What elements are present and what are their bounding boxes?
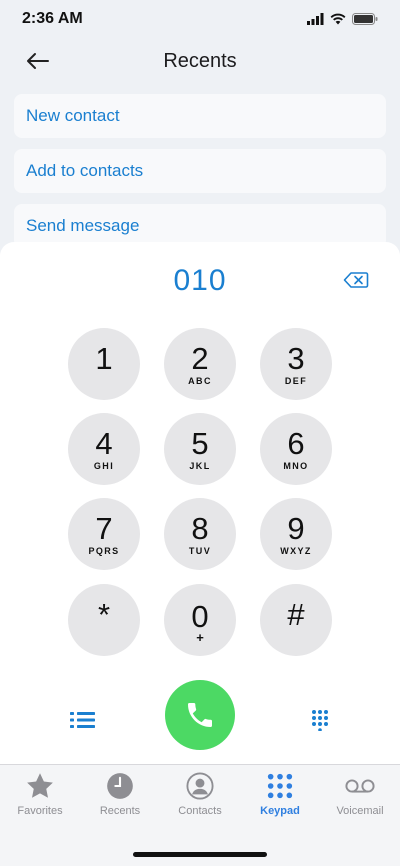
status-time: 2:36 AM [22,10,83,27]
tab-label: Favorites [17,805,63,817]
star-icon [24,771,56,801]
contacts-list-button[interactable] [69,709,97,731]
key-digit: 6 [287,425,305,461]
key-1[interactable]: 1 [68,328,140,400]
tab-label: Keypad [260,805,300,817]
key-5[interactable]: 5 JKL [164,413,236,485]
key-letters: + [196,629,204,645]
key-letters: WXYZ [280,545,312,556]
key-letters: DEF [284,375,308,386]
backspace-icon [343,272,369,288]
dialpad-icon [312,710,328,732]
clock-icon [104,771,136,801]
call-button[interactable] [165,680,235,750]
key-letters: JKL [189,460,211,471]
tab-label: Voicemail [336,805,384,817]
key-digit: # [287,596,305,632]
status-bar: 2:36 AM [0,0,400,38]
back-button[interactable] [22,46,54,76]
key-3[interactable]: 3 DEF [260,328,332,400]
key-digit: 3 [287,340,305,376]
key-digit: 7 [95,510,113,546]
keypad-icon [264,771,296,801]
person-icon [184,771,216,801]
voicemail-icon [344,771,376,801]
tab-label: Recents [99,805,141,817]
key-digit: 0 [191,598,209,634]
key-digit: 4 [95,425,113,461]
key-9[interactable]: 9 WXYZ [260,498,332,570]
backspace-button[interactable] [343,270,369,290]
list-icon [70,712,95,728]
add-to-contacts-button[interactable]: Add to contacts [14,149,386,193]
tab-bar: Favorites Recents Contacts Keypad Voicem… [0,764,400,866]
tab-recents[interactable]: Recents [80,771,160,821]
phone-icon [188,703,212,727]
key-digit: 1 [95,340,113,376]
page-title: Recents [163,49,237,72]
new-contact-label: New contact [26,106,120,125]
hide-keypad-button[interactable] [306,709,334,732]
key-4[interactable]: 4 GHI [68,413,140,485]
key-6[interactable]: 6 MNO [260,413,332,485]
arrow-left-icon [27,53,49,69]
key-digit: * [97,596,111,632]
wifi-icon [330,13,346,25]
key-letters: GHI [93,460,115,471]
battery-icon [352,13,378,25]
key-letters: PQRS [88,545,120,556]
key-8[interactable]: 8 TUV [164,498,236,570]
key-digit: 8 [191,510,209,546]
home-indicator [133,852,267,857]
tab-label: Contacts [178,805,222,817]
key-hash[interactable]: # [260,584,332,656]
status-icons [307,13,378,25]
key-letters: ABC [188,375,212,386]
key-star[interactable]: * [68,584,140,656]
add-to-contacts-label: Add to contacts [26,161,144,180]
tab-contacts[interactable]: Contacts [160,771,240,821]
key-letters: MNO [283,460,309,471]
key-0[interactable]: 0 + [164,584,236,656]
dialed-number: 010 [173,264,227,297]
new-contact-button[interactable]: New contact [14,94,386,138]
signal-icon [307,13,324,25]
key-digit: 2 [191,340,209,376]
key-digit: 5 [191,425,209,461]
key-7[interactable]: 7 PQRS [68,498,140,570]
tab-keypad[interactable]: Keypad [240,771,320,821]
key-digit: 9 [287,510,305,546]
tab-voicemail[interactable]: Voicemail [320,771,400,821]
key-letters: TUV [188,545,212,556]
header: Recents [0,40,400,82]
send-message-label: Send message [26,216,140,235]
key-2[interactable]: 2 ABC [164,328,236,400]
tab-favorites[interactable]: Favorites [0,771,80,821]
